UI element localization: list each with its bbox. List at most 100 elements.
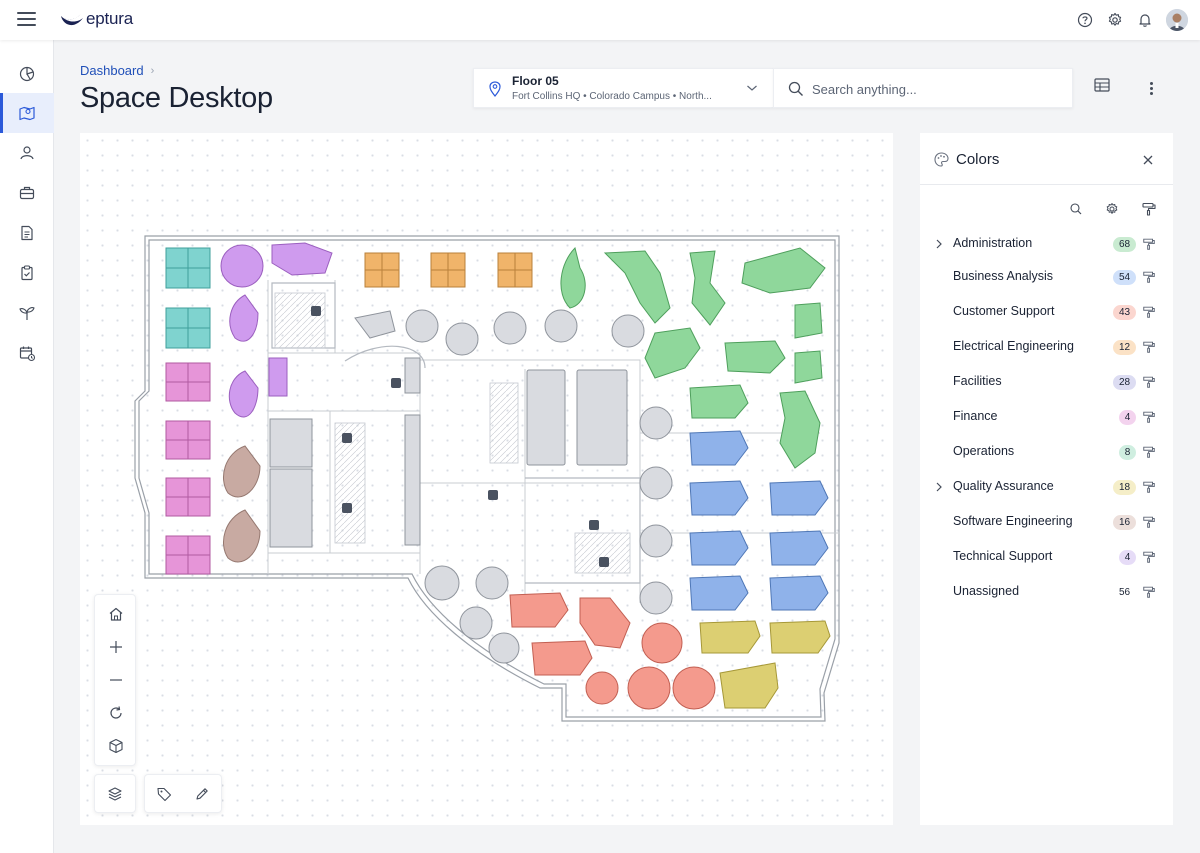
close-icon[interactable] — [1141, 153, 1155, 167]
category-label: Customer Support — [953, 304, 1055, 318]
rotate-button[interactable] — [95, 696, 137, 729]
paint-roller-icon[interactable] — [1142, 270, 1156, 284]
measure-button[interactable] — [194, 786, 210, 802]
help-icon[interactable] — [1076, 8, 1094, 32]
search-icon[interactable] — [1068, 201, 1084, 217]
floor-name: Floor 05 — [512, 74, 559, 88]
minus-icon — [110, 678, 122, 681]
yellow-workstations[interactable] — [699, 620, 831, 709]
category-row-customer-support[interactable]: Customer Support 43 — [920, 295, 1173, 330]
category-row-business-analysis[interactable]: Business Analysis 54 — [920, 260, 1173, 295]
category-count-badge: 8 — [1119, 445, 1136, 460]
top-bar: eptura — [0, 0, 1200, 40]
nav-reservations[interactable] — [0, 333, 54, 373]
document-icon — [21, 225, 33, 241]
category-row-facilities[interactable]: Facilities 28 — [920, 365, 1173, 400]
tag-button[interactable] — [156, 786, 172, 802]
category-label: Administration — [953, 236, 1033, 250]
left-navigation — [0, 40, 54, 853]
settings-gear-icon[interactable] — [1104, 201, 1120, 217]
nav-sustainability[interactable] — [0, 293, 54, 333]
nav-people[interactable] — [0, 133, 54, 173]
table-view-icon[interactable] — [1094, 78, 1116, 98]
chevron-right-icon[interactable] — [933, 237, 945, 251]
chevron-right-icon: › — [150, 64, 155, 77]
nav-documents[interactable] — [0, 213, 54, 253]
category-row-administration[interactable]: Administration 68 — [920, 227, 1173, 262]
notifications-bell-icon[interactable] — [1136, 8, 1154, 32]
layers-button[interactable] — [107, 786, 123, 802]
orange-workstations[interactable] — [364, 252, 533, 288]
category-row-technical-support[interactable]: Technical Support 4 — [920, 540, 1173, 575]
magenta-workstations[interactable] — [165, 362, 211, 575]
home-view-button[interactable] — [95, 597, 137, 630]
more-options-icon[interactable] — [1143, 78, 1159, 98]
category-label: Facilities — [953, 374, 1002, 388]
logo-mark-icon — [61, 14, 83, 26]
nav-space[interactable] — [0, 93, 54, 133]
category-count-badge: 43 — [1113, 305, 1136, 320]
category-label: Unassigned — [953, 584, 1020, 598]
calendar-icon — [19, 346, 36, 362]
floor-plan-canvas[interactable] — [80, 133, 893, 825]
paint-roller-icon[interactable] — [1142, 305, 1156, 319]
location-pin-icon — [489, 81, 501, 97]
page-title: Space Desktop — [80, 82, 273, 114]
menu-icon[interactable] — [17, 10, 37, 30]
paint-roller-icon[interactable] — [1142, 375, 1156, 389]
breadcrumb-dashboard-link[interactable]: Dashboard — [80, 63, 144, 78]
nav-assets[interactable] — [0, 173, 54, 213]
category-count-badge: 4 — [1119, 410, 1136, 425]
layers-toolbar — [94, 774, 136, 813]
3d-view-button[interactable] — [95, 729, 137, 762]
nav-tasks[interactable] — [0, 253, 54, 293]
zoom-in-button[interactable] — [95, 630, 137, 663]
annotation-toolbar — [144, 774, 222, 813]
category-label: Operations — [953, 444, 1015, 458]
paint-roller-icon[interactable] — [1142, 410, 1156, 424]
layers-icon — [108, 786, 122, 801]
category-label: Software Engineering — [953, 514, 1073, 528]
category-label: Technical Support — [953, 549, 1053, 563]
category-row-quality-assurance[interactable]: Quality Assurance 18 — [920, 470, 1173, 505]
paint-roller-icon[interactable] — [1142, 515, 1156, 529]
rotate-icon — [110, 705, 122, 719]
paint-roller-icon[interactable] — [1142, 480, 1156, 494]
logo[interactable]: eptura — [60, 9, 133, 29]
pencil-icon — [196, 787, 208, 800]
category-row-unassigned[interactable]: Unassigned 56 — [920, 575, 1173, 610]
map-icon — [19, 106, 35, 121]
paint-roller-icon[interactable] — [1142, 445, 1156, 459]
paint-roller-icon[interactable] — [1142, 237, 1156, 251]
search-input[interactable] — [812, 79, 1062, 99]
chevron-down-icon — [747, 85, 757, 91]
chevron-right-icon[interactable] — [933, 480, 945, 494]
category-row-software-engineering[interactable]: Software Engineering 16 — [920, 505, 1173, 540]
map-zoom-toolbar — [94, 594, 136, 766]
settings-gear-icon[interactable] — [1106, 8, 1124, 32]
briefcase-icon — [19, 186, 35, 200]
category-count-badge: 16 — [1113, 515, 1136, 530]
colors-panel: Colors Administration 68 Business Analysis… — [920, 133, 1173, 825]
paint-roller-icon[interactable] — [1142, 550, 1156, 564]
zoom-out-button[interactable] — [95, 663, 137, 696]
paint-roller-icon[interactable] — [1142, 585, 1156, 599]
user-avatar[interactable] — [1166, 9, 1188, 31]
floor-plan[interactable] — [80, 133, 893, 825]
category-count-badge: 54 — [1113, 270, 1136, 285]
floor-selector[interactable]: Floor 05 Fort Collins HQ • Colorado Camp… — [473, 68, 773, 108]
breadcrumb: Dashboard › — [80, 63, 154, 78]
brown-workstations[interactable] — [223, 445, 261, 563]
chart-icon — [19, 66, 35, 82]
category-count-badge: 4 — [1119, 550, 1136, 565]
category-row-operations[interactable]: Operations 8 — [920, 435, 1173, 470]
category-row-electrical-engineering[interactable]: Electrical Engineering 12 — [920, 330, 1173, 365]
category-row-finance[interactable]: Finance 4 — [920, 400, 1173, 435]
salmon-workstations[interactable] — [509, 592, 716, 710]
paint-roller-icon[interactable] — [1141, 201, 1157, 217]
paint-roller-icon[interactable] — [1142, 340, 1156, 354]
category-label: Electrical Engineering — [953, 339, 1074, 353]
teal-workstations[interactable] — [165, 247, 211, 349]
nav-dashboard[interactable] — [0, 54, 54, 94]
plus-icon — [110, 640, 122, 653]
